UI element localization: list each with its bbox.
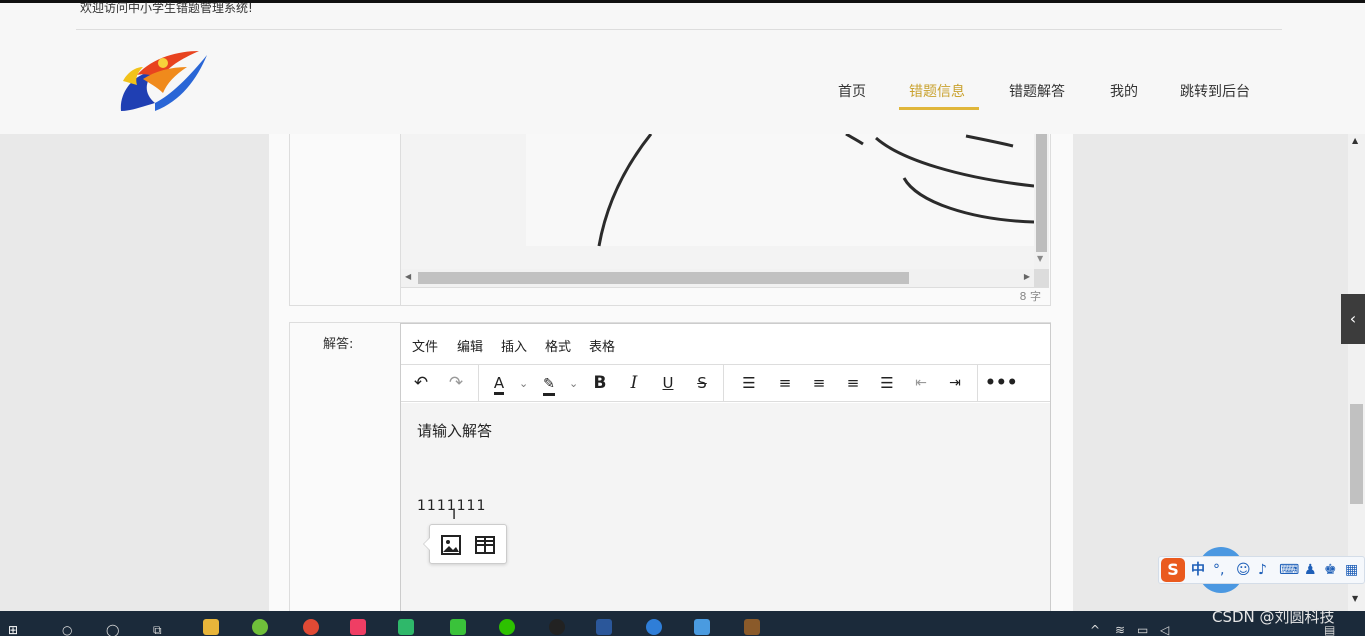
rich-text-editor: 文件 编辑 插入 格式 表格 ↶ ↷ A ⌄ ✎ ⌄ B I U S ☰ ≡ ≡… <box>400 323 1051 623</box>
redo-icon[interactable]: ↷ <box>442 370 470 396</box>
app-icon[interactable] <box>398 619 414 635</box>
cortana-icon[interactable]: ◯ <box>106 623 119 636</box>
menu-insert[interactable]: 插入 <box>501 336 527 355</box>
iqiyi-icon[interactable] <box>450 619 466 635</box>
side-collapse-tab[interactable]: ‹ <box>1341 294 1365 344</box>
align-left-icon[interactable]: ≡ <box>771 370 799 396</box>
editor-menubar: 文件 编辑 插入 格式 表格 <box>401 324 1050 364</box>
nav-answers[interactable]: 错题解答 <box>1009 81 1065 101</box>
nav-admin[interactable]: 跳转到后台 <box>1180 81 1250 101</box>
word-count: 8 字 <box>401 287 1049 305</box>
emoji-icon[interactable]: ☺ <box>1236 560 1251 580</box>
header-divider <box>76 29 1282 30</box>
menu-file[interactable]: 文件 <box>412 336 438 355</box>
sogou-logo-icon[interactable]: S <box>1161 558 1185 582</box>
answer-label: 解答: <box>323 337 354 352</box>
welcome-text: 欢迎访问中小学生错题管理系统! <box>80 1 253 15</box>
main-nav: 首页 错题信息 错题解答 我的 跳转到后台 <box>0 73 1365 113</box>
tray-chevron-icon[interactable]: ^ <box>1090 623 1100 636</box>
indent-icon[interactable]: ⇥ <box>941 370 969 396</box>
scrollbar-corner <box>1034 269 1049 287</box>
toolbar-separator <box>977 365 978 402</box>
chevron-down-icon[interactable]: ⌄ <box>569 371 578 397</box>
editor-toolbar: ↶ ↷ A ⌄ ✎ ⌄ B I U S ☰ ≡ ≡ ≡ ☰ ⇤ ⇥ ••• <box>401 364 1050 402</box>
nav-home[interactable]: 首页 <box>838 81 866 101</box>
scroll-thumb[interactable] <box>418 272 909 284</box>
strikethrough-icon[interactable]: S <box>688 370 716 396</box>
align-right-icon[interactable]: ≡ <box>839 370 867 396</box>
battery-icon[interactable]: ▭ <box>1137 623 1148 636</box>
toolbar-separator <box>723 365 724 402</box>
scroll-right-arrow[interactable]: ▶ <box>1024 272 1030 281</box>
microphone-icon[interactable]: ♪ <box>1258 560 1267 580</box>
editor-paragraph[interactable]: 请输入解答 <box>417 420 492 441</box>
quick-insert-popup <box>423 524 507 564</box>
nav-active-underline <box>899 107 979 110</box>
scroll-thumb[interactable] <box>1036 134 1047 252</box>
outdent-icon[interactable]: ⇤ <box>907 370 935 396</box>
underline-icon[interactable]: U <box>654 370 682 396</box>
app-icon[interactable] <box>252 619 268 635</box>
app-icon[interactable] <box>744 619 760 635</box>
text-cursor-icon: I <box>452 507 457 523</box>
wifi-icon[interactable]: ≋ <box>1115 623 1125 636</box>
nav-mine[interactable]: 我的 <box>1110 81 1138 101</box>
task-view-icon[interactable]: ⧉ <box>153 623 162 636</box>
word-icon[interactable] <box>596 619 612 635</box>
file-explorer-icon[interactable] <box>203 619 219 635</box>
keyboard-icon[interactable]: ⌨ <box>1279 560 1299 580</box>
editor-content[interactable]: 请输入解答 1111111 <box>401 403 1050 623</box>
volume-icon[interactable]: ◁ <box>1160 623 1169 636</box>
undo-icon[interactable]: ↶ <box>407 370 435 396</box>
align-justify-icon[interactable]: ☰ <box>873 370 901 396</box>
image-icon[interactable] <box>439 533 463 557</box>
line-height-icon[interactable]: ☰ <box>735 370 763 396</box>
site-header: 欢迎访问中小学生错题管理系统! 首页 错题信息 错题解答 我的 跳转到后台 <box>0 1 1365 134</box>
text-color-icon[interactable]: A <box>485 370 513 396</box>
windows-taskbar: ⊞ ○ ◯ ⧉ ^ ≋ ▭ ◁ ▤ <box>0 611 1365 636</box>
scroll-up-arrow[interactable]: ▲ <box>1352 136 1358 145</box>
chrome-icon[interactable] <box>303 619 319 635</box>
app-icon[interactable] <box>646 619 662 635</box>
menu-table[interactable]: 表格 <box>589 336 615 355</box>
search-icon[interactable]: ○ <box>62 623 72 636</box>
csdn-watermark: CSDN @刘圆科技 <box>1212 608 1335 626</box>
user-icon[interactable]: ♟ <box>1304 560 1317 580</box>
nav-wrong-questions[interactable]: 错题信息 <box>909 81 965 101</box>
menu-edit[interactable]: 编辑 <box>457 336 483 355</box>
ime-mode[interactable]: 中 <box>1191 560 1205 580</box>
app-icon[interactable] <box>350 619 366 635</box>
table-icon[interactable] <box>473 533 497 557</box>
highlight-color-icon[interactable]: ✎ <box>535 370 563 396</box>
image-vertical-scrollbar[interactable]: ▼ <box>1034 134 1049 269</box>
bold-icon[interactable]: B <box>586 370 614 396</box>
image-horizontal-scrollbar[interactable]: ◀ ▶ <box>401 269 1034 287</box>
page-scrollbar[interactable]: ▲ ▼ <box>1348 134 1365 611</box>
italic-icon[interactable]: I <box>620 370 648 396</box>
handwriting-sketch <box>526 134 1034 247</box>
scroll-down-arrow[interactable]: ▼ <box>1352 594 1358 603</box>
shirt-icon[interactable]: ♚ <box>1324 560 1337 580</box>
wechat-icon[interactable] <box>499 619 515 635</box>
ime-punctuation[interactable]: °, <box>1213 560 1224 580</box>
start-icon[interactable]: ⊞ <box>8 623 18 636</box>
qq-icon[interactable] <box>549 619 565 635</box>
ime-toolbar: S 中 °, ☺ ♪ ⌨ ♟ ♚ ▦ <box>1158 556 1365 584</box>
app-icon[interactable] <box>694 619 710 635</box>
grid-icon[interactable]: ▦ <box>1345 560 1358 580</box>
menu-format[interactable]: 格式 <box>545 336 571 355</box>
more-icon[interactable]: ••• <box>985 370 1018 396</box>
chevron-down-icon[interactable]: ⌄ <box>519 371 528 397</box>
align-center-icon[interactable]: ≡ <box>805 370 833 396</box>
question-image-preview <box>401 134 1034 269</box>
toolbar-separator <box>478 365 479 402</box>
scroll-down-arrow[interactable]: ▼ <box>1037 254 1043 263</box>
scroll-thumb[interactable] <box>1350 404 1363 504</box>
chevron-left-icon: ‹ <box>1349 309 1357 328</box>
scroll-left-arrow[interactable]: ◀ <box>405 272 411 281</box>
